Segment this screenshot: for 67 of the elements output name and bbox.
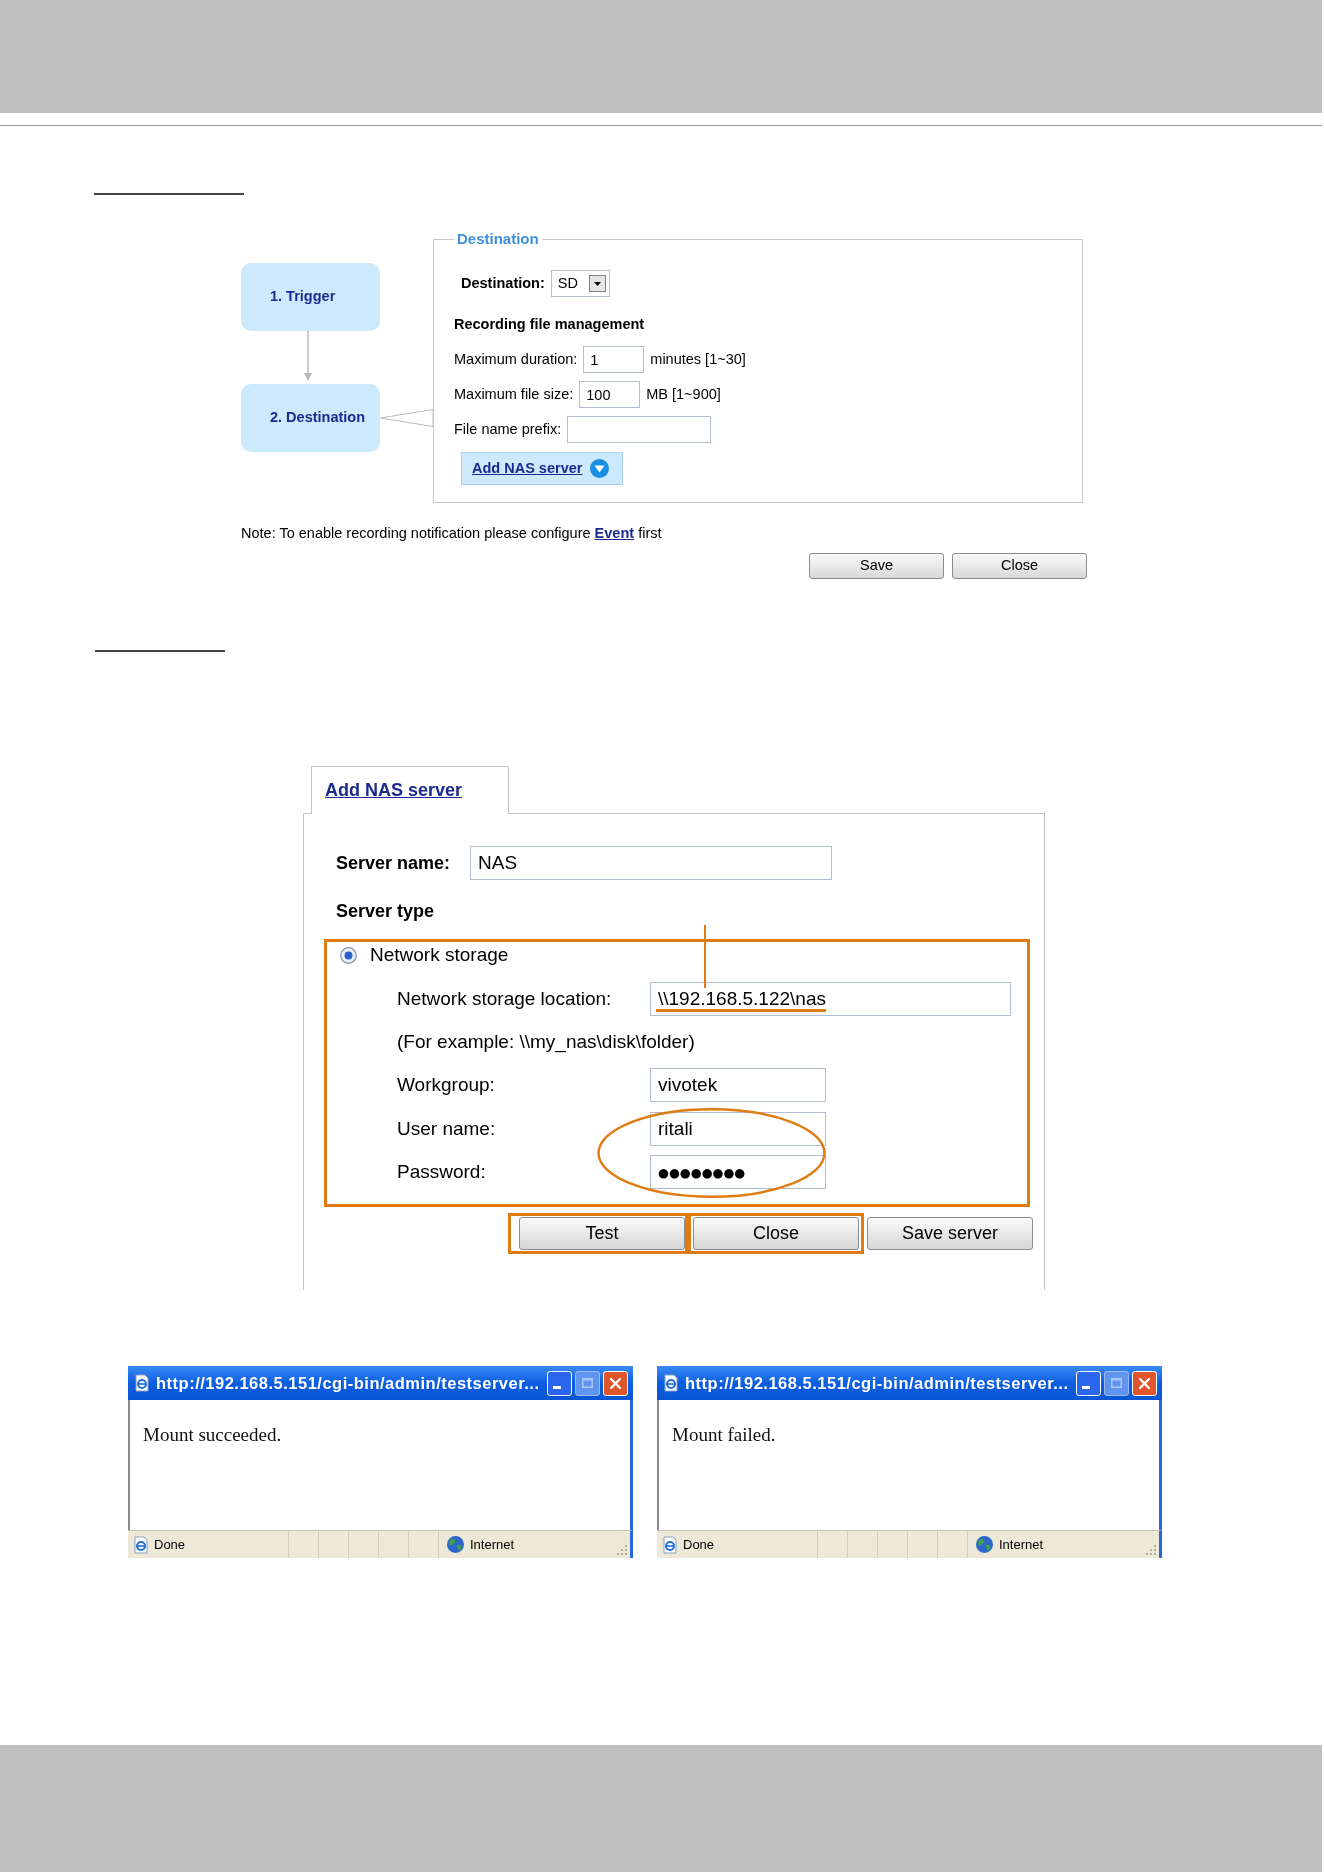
resize-grip-icon xyxy=(1145,1544,1156,1555)
server-type-title: Server type xyxy=(336,900,435,922)
example-hint: (For example: \\my_nas\disk\folder) xyxy=(397,1031,695,1053)
step-box[interactable]: 2. Destination xyxy=(241,384,380,452)
group-legend: Destination xyxy=(454,230,542,248)
flow-arrow xyxy=(303,331,313,381)
note-text: Note: To enable recording notification please configure Event first xyxy=(241,525,663,542)
zone-text: Internet xyxy=(999,1535,1044,1554)
server-name-label: Server name: xyxy=(336,851,452,875)
unit-label: minutes [1~30] xyxy=(650,349,746,369)
dialog-button[interactable]: Close xyxy=(693,1217,859,1250)
text-field[interactable]: 1 xyxy=(583,346,645,373)
section-title: Recording file management xyxy=(454,315,646,333)
radio-label: Network storage xyxy=(370,942,509,967)
field-label: Network storage location: xyxy=(397,986,613,1011)
close-icon xyxy=(610,1377,621,1389)
field-label: User name: xyxy=(397,1116,497,1141)
dialog-button[interactable]: Save server xyxy=(867,1217,1033,1250)
globe-icon xyxy=(447,1536,464,1553)
event-link[interactable]: Event xyxy=(594,525,635,541)
browser-page-icon xyxy=(132,1535,150,1554)
text-field[interactable]: \\192.168.5.122\nas xyxy=(650,982,1011,1016)
dialog-button[interactable]: Save xyxy=(809,553,944,579)
field-label: Maximum file size: xyxy=(454,384,574,404)
dialog-button[interactable]: Close xyxy=(952,553,1087,579)
field-label: Maximum duration: xyxy=(454,349,578,369)
unit-label: MB [1~900] xyxy=(646,384,721,404)
close-button[interactable] xyxy=(603,1370,628,1396)
field-label: Workgroup: xyxy=(397,1072,496,1097)
radio-button[interactable] xyxy=(340,946,357,964)
minimize-button[interactable] xyxy=(1076,1370,1101,1396)
window-title: http://192.168.5.151/cgi-bin/admin/testserver... xyxy=(156,1372,541,1394)
tab-title-link[interactable]: Add NAS server xyxy=(325,777,463,804)
dialog-tab[interactable]: Add NAS server xyxy=(311,766,509,814)
text-field[interactable]: 100 xyxy=(579,381,641,408)
popup-message: Mount failed. xyxy=(672,1423,777,1447)
status-text: Done xyxy=(154,1535,186,1554)
zone-text: Internet xyxy=(470,1535,515,1554)
minimize-button[interactable] xyxy=(547,1370,572,1396)
globe-icon xyxy=(976,1536,993,1553)
popup-message: Mount succeeded. xyxy=(143,1423,283,1447)
close-button[interactable] xyxy=(1132,1370,1157,1396)
status-text: Done xyxy=(683,1535,715,1554)
password-field[interactable]: ●●●●●●●● xyxy=(650,1155,826,1189)
browser-page-icon xyxy=(662,1374,680,1392)
down-triangle-circle-icon xyxy=(590,459,610,478)
text-field[interactable] xyxy=(567,416,712,443)
window-title: http://192.168.5.151/cgi-bin/admin/testserver... xyxy=(685,1372,1070,1394)
destination-label: Destination: xyxy=(461,273,545,293)
browser-page-icon xyxy=(133,1374,151,1392)
callout-pointer xyxy=(380,409,433,427)
resize-grip-icon xyxy=(616,1544,627,1555)
close-icon xyxy=(1139,1377,1150,1389)
maximize-icon xyxy=(582,1378,593,1388)
field-label: Password: xyxy=(397,1159,487,1184)
text-field[interactable]: vivotek xyxy=(650,1068,826,1102)
minimize-icon xyxy=(1081,1386,1090,1389)
text-field[interactable]: ritali xyxy=(650,1112,826,1146)
minimize-icon xyxy=(552,1386,561,1389)
add-nas-server-link[interactable]: Add NAS server xyxy=(472,457,583,480)
destination-select[interactable]: SD xyxy=(550,270,610,297)
server-name-field[interactable]: NAS xyxy=(470,846,832,880)
maximize-icon xyxy=(1111,1378,1122,1388)
dialog-button[interactable]: Test xyxy=(519,1217,685,1250)
field-label: File name prefix: xyxy=(454,419,562,439)
browser-page-icon xyxy=(661,1535,679,1554)
step-box[interactable]: 1. Trigger xyxy=(241,263,380,331)
